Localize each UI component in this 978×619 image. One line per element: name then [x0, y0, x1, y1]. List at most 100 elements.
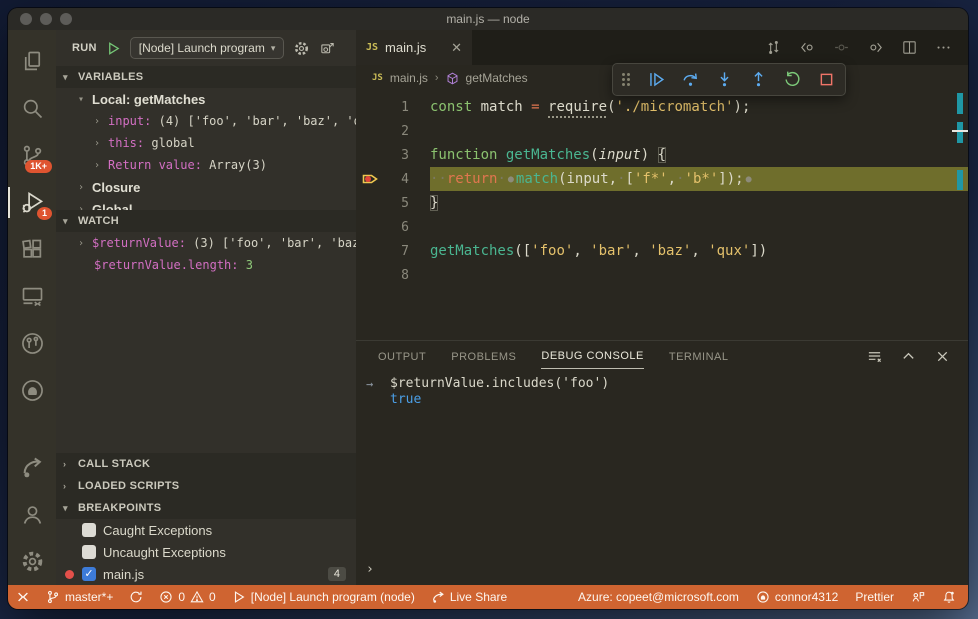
variable-row[interactable]: › input: (4) ['foo', 'bar', 'baz', 'qux'… [56, 110, 356, 132]
closure-row[interactable]: › Closure [56, 176, 356, 198]
uncaught-exceptions-checkbox[interactable] [82, 545, 96, 559]
editor-gutter[interactable]: 8 [356, 263, 430, 287]
step-out-button[interactable] [749, 70, 768, 89]
breadcrumb-file[interactable]: main.js [390, 71, 428, 85]
close-tab-icon[interactable]: ✕ [451, 40, 462, 56]
more-actions-icon[interactable] [935, 39, 952, 56]
next-change-icon[interactable] [867, 39, 884, 56]
editor-gutter[interactable]: 6 [356, 215, 430, 239]
activity-github[interactable] [8, 367, 56, 414]
activity-pull-requests[interactable] [8, 320, 56, 367]
step-over-button[interactable] [681, 70, 700, 89]
status-bar: master*+ 0 0 [Node] Launch program (node… [8, 585, 968, 609]
close-panel-icon[interactable] [935, 349, 950, 364]
activity-source-control[interactable]: 1K+ [8, 132, 56, 179]
git-branch-status[interactable]: master*+ [46, 590, 113, 604]
code-line[interactable]: 4 ·· return · ● match(input, ·['f*', ·'b*']); ● [356, 167, 968, 191]
code-line[interactable]: 6 [356, 215, 968, 239]
live-share-label: Live Share [449, 590, 508, 604]
problems-status[interactable]: 0 0 [159, 590, 216, 604]
watch-section-header[interactable]: ▾ WATCH [56, 210, 356, 232]
active-debug-session[interactable]: [Node] Launch program (node) [232, 590, 415, 604]
tab-terminal[interactable]: TERMINAL [669, 344, 729, 369]
breakpoints-section-header[interactable]: ▾ BREAKPOINTS [56, 497, 356, 519]
call-stack-section-header[interactable]: › CALL STACK [56, 453, 356, 475]
sync-changes-button[interactable] [129, 590, 143, 604]
live-share-status[interactable]: Live Share [431, 590, 507, 604]
restart-button[interactable] [783, 70, 802, 89]
code-line[interactable]: 2 [356, 119, 968, 143]
tab-mainjs[interactable]: JS main.js ✕ [356, 30, 472, 65]
code-editor[interactable]: 1 const match = require('./micromatch'); 2… [356, 91, 968, 340]
start-debug-button[interactable] [106, 41, 121, 56]
minimize-window-button[interactable] [40, 13, 52, 25]
step-into-button[interactable] [715, 70, 734, 89]
activity-settings[interactable] [8, 538, 56, 585]
watch-row[interactable]: › $returnValue: (3) ['foo', 'bar', 'baz'… [56, 232, 356, 254]
debug-console-output[interactable]: → $returnValue.includes('foo') true [356, 371, 968, 408]
variable-row[interactable]: › Return value: Array(3) [56, 154, 356, 176]
editor-gutter[interactable]: 3 [356, 143, 430, 167]
run-label: RUN [72, 42, 97, 54]
notifications-button[interactable] [942, 590, 956, 604]
split-editor-icon[interactable] [901, 39, 918, 56]
editor-gutter[interactable]: 1 [356, 95, 430, 119]
code-line[interactable]: 3 function getMatches(input) { [356, 143, 968, 167]
editor-gutter[interactable]: 2 [356, 119, 430, 143]
remote-indicator[interactable] [16, 590, 30, 604]
feedback-button[interactable] [911, 590, 925, 604]
caught-exceptions-checkbox[interactable] [82, 523, 96, 537]
activity-run-debug[interactable]: 1 [8, 179, 56, 226]
watch-row[interactable]: $returnValue.length: 3 [56, 254, 356, 276]
activity-remote-explorer[interactable] [8, 273, 56, 320]
watch-value: (3) ['foo', 'bar', 'baz'] [193, 236, 356, 250]
tab-debug-console[interactable]: DEBUG CONSOLE [541, 343, 644, 369]
activity-accounts[interactable] [8, 491, 56, 538]
activity-search[interactable] [8, 85, 56, 132]
chevron-right-icon: › [434, 72, 439, 84]
editor-gutter[interactable]: 4 [356, 167, 430, 191]
scope-row[interactable]: ▾ Local: getMatches [56, 88, 356, 110]
continue-button[interactable] [647, 70, 666, 89]
launch-config-dropdown[interactable]: [Node] Launch program ▾ [129, 37, 285, 59]
title-bar[interactable]: main.js — node [8, 8, 968, 30]
formatter-status[interactable]: Prettier [855, 590, 894, 604]
editor-gutter[interactable]: 7 [356, 239, 430, 263]
editor-gutter[interactable]: 5 [356, 191, 430, 215]
console-input-prompt[interactable]: › [366, 562, 374, 577]
stop-button[interactable] [817, 70, 836, 89]
github-account-status[interactable]: connor4312 [756, 590, 838, 604]
breakpoint-row[interactable]: Caught Exceptions [56, 519, 356, 541]
zoom-window-button[interactable] [60, 13, 72, 25]
mainjs-breakpoint-checkbox[interactable]: ✓ [82, 567, 96, 581]
clear-console-icon[interactable] [867, 349, 882, 364]
code-line[interactable]: 8 [356, 263, 968, 287]
breakpoint-row[interactable]: Uncaught Exceptions [56, 541, 356, 563]
breadcrumb-symbol[interactable]: getMatches [466, 71, 528, 85]
debug-settings-button[interactable] [293, 40, 310, 57]
activity-live-share[interactable] [8, 444, 56, 491]
azure-account-status[interactable]: Azure: copeet@microsoft.com [578, 590, 739, 604]
variables-section-header[interactable]: ▾ VARIABLES [56, 66, 356, 88]
breakpoint-row[interactable]: ✓ main.js 4 [56, 563, 356, 585]
tab-problems[interactable]: PROBLEMS [451, 344, 516, 369]
code-line[interactable]: 7 getMatches(['foo', 'bar', 'baz', 'qux']… [356, 239, 968, 263]
maximize-panel-icon[interactable] [901, 349, 916, 364]
current-change-icon[interactable] [833, 39, 850, 56]
code-line[interactable]: 1 const match = require('./micromatch'); [356, 95, 968, 119]
activity-explorer[interactable] [8, 38, 56, 85]
drag-handle[interactable] [622, 73, 630, 86]
code-line[interactable]: 5} [356, 191, 968, 215]
previous-change-icon[interactable] [799, 39, 816, 56]
files-icon [24, 51, 40, 71]
loaded-scripts-section-header[interactable]: › LOADED SCRIPTS [56, 475, 356, 497]
close-window-button[interactable] [20, 13, 32, 25]
global-row[interactable]: › Global [56, 198, 356, 211]
activity-extensions[interactable] [8, 226, 56, 273]
open-debug-console-button[interactable] [319, 40, 336, 57]
chevron-down-icon: ▾ [63, 502, 68, 513]
breakpoint-dot-icon [65, 569, 74, 579]
tab-output[interactable]: OUTPUT [378, 344, 426, 369]
open-changes-icon[interactable] [765, 39, 782, 56]
variable-row[interactable]: › this: global [56, 132, 356, 154]
